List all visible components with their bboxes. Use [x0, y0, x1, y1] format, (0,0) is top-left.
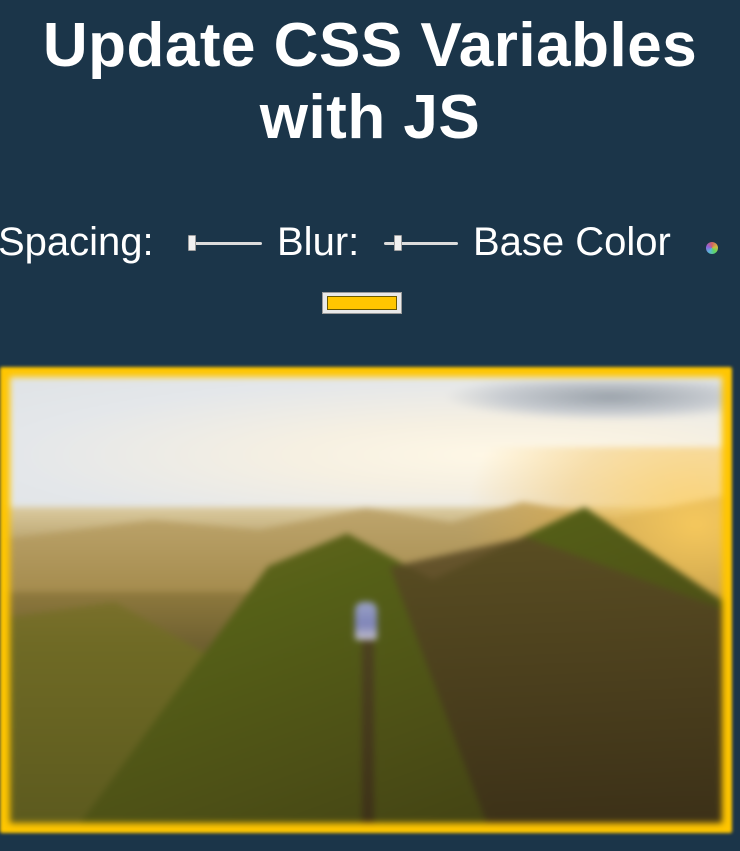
color-wheel-icon — [706, 242, 718, 254]
spacing-label: Spacing: — [0, 220, 154, 264]
spacing-slider[interactable] — [188, 235, 262, 251]
spacing-slider-thumb[interactable] — [188, 235, 196, 251]
image-frame — [0, 367, 732, 833]
image-hiker — [355, 602, 377, 640]
base-color-input[interactable] — [322, 292, 402, 314]
page: Update CSS Variables with JS Spacing: Bl… — [0, 0, 740, 851]
controls-panel: Spacing: Blur: Base Color — [0, 218, 740, 328]
base-color-label: Base Color — [473, 220, 671, 264]
blur-slider-thumb[interactable] — [394, 235, 402, 251]
base-color-swatch — [327, 296, 397, 310]
blur-slider[interactable] — [384, 235, 458, 251]
spacing-slider-track — [188, 242, 262, 245]
mountain-landscape-image — [10, 377, 722, 823]
image-cloud — [442, 381, 722, 421]
page-title: Update CSS Variables with JS — [42, 11, 698, 152]
image-trail — [362, 639, 374, 823]
blur-label: Blur: — [277, 220, 360, 264]
